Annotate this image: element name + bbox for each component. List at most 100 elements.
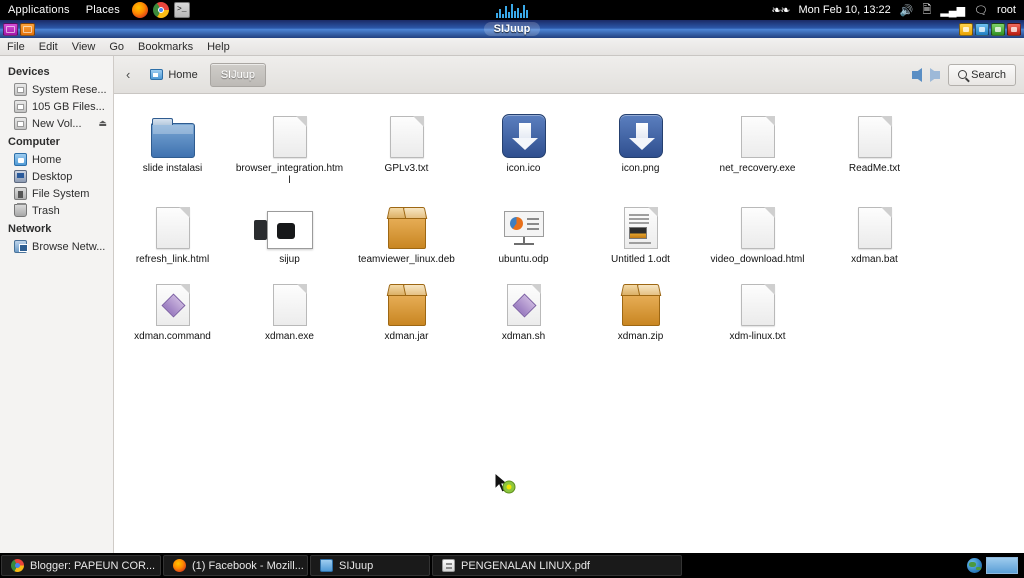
menubar-item-help[interactable]: Help: [200, 38, 237, 56]
sidebar-item-file-system[interactable]: File System: [0, 185, 113, 202]
file-label: refresh_link.html: [135, 254, 210, 265]
sidebar-item-trash[interactable]: Trash: [0, 202, 113, 219]
menu-applications[interactable]: Applications: [0, 4, 78, 16]
file-item-xdman-zip[interactable]: xdman.zip: [582, 274, 699, 343]
menubar: File Edit View Go Bookmarks Help: [0, 38, 1024, 56]
taskbar-item-blogger[interactable]: Blogger: PAPEUN COR...: [1, 555, 161, 576]
home-icon: [14, 153, 27, 166]
chat-icon[interactable]: 🗨: [974, 4, 988, 17]
file-item-ubuntu-odp[interactable]: ubuntu.odp: [465, 197, 582, 266]
taskbar-item-sijuup[interactable]: SIJuup: [310, 555, 430, 576]
sidebar-item-system-reserved[interactable]: System Rese...: [0, 81, 113, 98]
sidebar-item-label: 105 GB Files...: [32, 100, 105, 113]
firefox-icon[interactable]: [131, 2, 148, 18]
menubar-item-bookmarks[interactable]: Bookmarks: [131, 38, 200, 56]
menubar-item-view[interactable]: View: [65, 38, 103, 56]
file-item-net-recovery-exe[interactable]: net_recovery.exe: [699, 106, 816, 187]
minimize-icon[interactable]: [959, 22, 973, 36]
file-item-xdm-linux-txt[interactable]: xdm-linux.txt: [699, 274, 816, 343]
search-button[interactable]: Search: [948, 63, 1016, 86]
sidebar-heading-devices: Devices: [8, 66, 50, 78]
file-item-untitled-1-odt[interactable]: Untitled 1.odt: [582, 197, 699, 266]
script-icon: [506, 278, 541, 326]
writer-document-icon: [623, 201, 658, 249]
mouse-cursor: [494, 472, 516, 494]
workspace-switcher[interactable]: [986, 557, 1018, 574]
forward-arrow-icon[interactable]: [930, 67, 941, 82]
document-icon: [272, 110, 307, 158]
file-item-xdman-jar[interactable]: xdman.jar: [348, 274, 465, 343]
package-icon: [387, 201, 426, 249]
chrome-icon[interactable]: [152, 2, 169, 18]
network-signal-icon[interactable]: ▂▄▆: [940, 4, 965, 17]
sidebar-heading-computer: Computer: [8, 136, 60, 148]
sidebar-item-browse-network[interactable]: Browse Netw...: [0, 238, 113, 255]
user-menu[interactable]: root: [997, 4, 1016, 16]
file-item-icon-ico[interactable]: icon.ico: [465, 106, 582, 187]
taskbar-item-pengenalan-linux-pdf[interactable]: PENGENALAN LINUX.pdf: [432, 555, 682, 576]
breadcrumb-sijuup[interactable]: SIJuup: [209, 62, 266, 87]
file-item-xdman-bat[interactable]: xdman.bat: [816, 197, 933, 266]
sidebar: Devices System Rese... 105 GB Files... N…: [0, 56, 114, 553]
breadcrumb-home[interactable]: Home: [142, 65, 205, 85]
document-icon: [740, 278, 775, 326]
file-label: xdman.bat: [851, 254, 898, 265]
file-row: slide instalasi browser_integration.html…: [114, 106, 1024, 187]
file-item-icon-png[interactable]: icon.png: [582, 106, 699, 187]
document-icon: [857, 110, 892, 158]
file-item-xdman-sh[interactable]: xdman.sh: [465, 274, 582, 343]
file-row: xdman.command xdman.exe xdman.jar xdman.…: [114, 274, 1024, 343]
sidebar-item-home[interactable]: Home: [0, 151, 113, 168]
script-icon: [155, 278, 190, 326]
sidebar-item-new-volume[interactable]: New Vol... ⏏: [0, 115, 113, 132]
back-arrow-icon[interactable]: [912, 67, 923, 82]
shade-icon[interactable]: [975, 22, 989, 36]
sidebar-item-label: Browse Netw...: [32, 240, 106, 253]
file-label: xdman.sh: [501, 331, 546, 342]
terminal-icon[interactable]: >_: [173, 2, 190, 18]
menubar-item-go[interactable]: Go: [102, 38, 131, 56]
menubar-item-edit[interactable]: Edit: [32, 38, 65, 56]
maximize-icon[interactable]: [991, 22, 1005, 36]
pathbar: ‹ Home SIJuup Search: [114, 56, 1024, 94]
file-row: refresh_link.html sijup teamviewer_linux…: [114, 197, 1024, 266]
sidebar-item-105gb-files[interactable]: 105 GB Files...: [0, 98, 113, 115]
file-item-readme-txt[interactable]: ReadMe.txt: [816, 106, 933, 187]
desktop-screen: Applications Places >_ ❧❧ Mon Feb 10, 13…: [0, 0, 1024, 578]
window-titlebar[interactable]: SIJuup: [0, 20, 1024, 38]
close-icon[interactable]: [1007, 22, 1021, 36]
file-item-video-download-html[interactable]: video_download.html: [699, 197, 816, 266]
file-item-sijup[interactable]: sijup: [231, 197, 348, 266]
file-item-browser-integration-html[interactable]: browser_integration.html: [231, 106, 348, 187]
chrome-icon: [11, 559, 24, 572]
sidebar-item-label: File System: [32, 187, 90, 200]
file-label: xdman.command: [134, 331, 211, 342]
clock[interactable]: Mon Feb 10, 13:22: [798, 4, 890, 16]
desktop-icon: [14, 170, 27, 183]
sidebar-item-desktop[interactable]: Desktop: [0, 168, 113, 185]
taskbar-item-facebook[interactable]: (1) Facebook - Mozill...: [163, 555, 308, 576]
file-item-slide-instalasi[interactable]: slide instalasi: [114, 106, 231, 187]
file-item-gplv3-txt[interactable]: GPLv3.txt: [348, 106, 465, 187]
icon-view[interactable]: slide instalasi browser_integration.html…: [114, 94, 1024, 553]
battery-icon[interactable]: 🗎: [922, 1, 931, 20]
file-item-refresh-link-html[interactable]: refresh_link.html: [114, 197, 231, 266]
volume-icon[interactable]: 🔊: [900, 4, 914, 17]
menubar-item-file[interactable]: File: [0, 38, 32, 56]
menu-places[interactable]: Places: [78, 4, 128, 16]
path-back-button[interactable]: ‹: [122, 67, 138, 82]
package-icon: [387, 278, 426, 326]
download-icon: [618, 110, 663, 158]
eject-icon[interactable]: ⏏: [98, 118, 107, 129]
file-item-xdman-command[interactable]: xdman.command: [114, 274, 231, 343]
globe-icon[interactable]: [967, 558, 982, 573]
breadcrumb-label: Home: [168, 68, 198, 81]
folder-icon: [150, 110, 195, 158]
file-item-xdman-exe[interactable]: xdman.exe: [231, 274, 348, 343]
file-item-teamviewer-linux-deb[interactable]: teamviewer_linux.deb: [348, 197, 465, 266]
content-area: ‹ Home SIJuup Search slide instalasi bro…: [114, 56, 1024, 553]
file-label: teamviewer_linux.deb: [358, 254, 455, 265]
drive-icon: [14, 100, 27, 113]
file-label: Untitled 1.odt: [611, 254, 670, 265]
sidebar-item-label: New Vol...: [32, 117, 82, 130]
